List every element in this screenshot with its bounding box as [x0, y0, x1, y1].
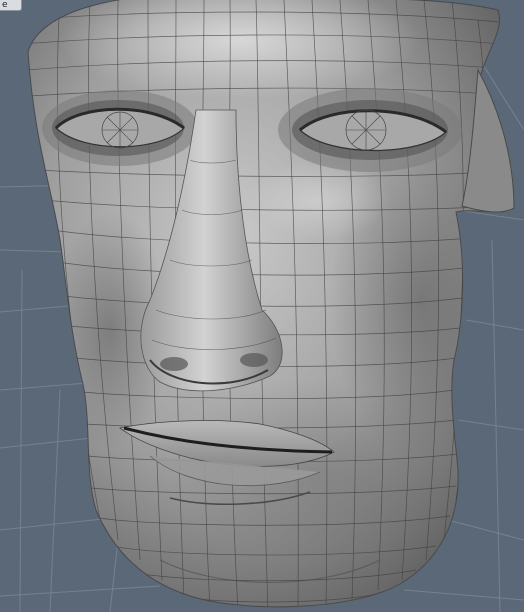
right-eye	[278, 88, 462, 172]
viewport-tab[interactable]: e	[0, 0, 22, 11]
left-eye	[42, 90, 198, 166]
viewport-tab-label: e	[2, 0, 8, 10]
viewport-canvas[interactable]	[0, 0, 524, 612]
3d-viewport[interactable]: e	[0, 0, 524, 612]
